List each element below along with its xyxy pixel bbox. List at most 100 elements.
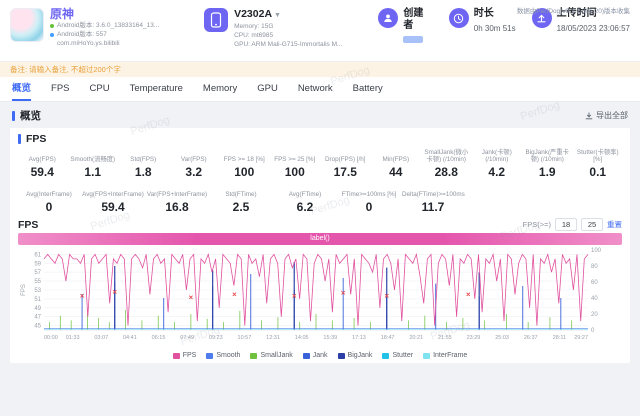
metric-cell: Std(FTime) 2.5 [210,183,272,214]
fps-chart[interactable]: 454749515355575961020406080100FPS00:0001… [18,246,612,346]
metric-cell: Var(FPS)3.2 [170,148,219,179]
metric-label: FTime>=100ms [%] [338,191,400,199]
metric-value: 2.5 [210,201,272,214]
section-accent-bar [12,111,15,121]
metric-label: Drop(FPS) [/h] [321,156,370,164]
duration-label: 时长 [474,8,516,20]
legend-item-smooth[interactable]: Smooth [206,352,240,359]
svg-text:80: 80 [591,264,598,270]
legend-item-fps[interactable]: FPS [173,352,197,359]
legend-label: Smooth [216,352,240,359]
metric-value: 17.5 [321,166,370,179]
svg-text:14:05: 14:05 [295,335,309,341]
legend-swatch [423,353,430,359]
svg-text:03:07: 03:07 [94,335,108,341]
legend-swatch [382,353,389,359]
legend-label: Jank [313,352,328,359]
tab-memory[interactable]: Memory [203,77,237,101]
section-title: 概览 [20,108,41,123]
tab-battery[interactable]: Battery [353,77,383,101]
svg-text:18:47: 18:47 [381,335,395,341]
duration-value: 0h 30m 51s [474,24,516,33]
legend-item-interframe[interactable]: InterFrame [423,352,467,359]
svg-text:61: 61 [34,252,41,258]
svg-text:20:21: 20:21 [409,335,423,341]
metric-value: 6.2 [274,201,336,214]
legend-label: SmallJank [260,352,292,359]
metric-label: Var(FPS) [170,156,219,164]
svg-text:✕: ✕ [188,295,193,302]
device-model[interactable]: V2302A▼ [234,8,342,22]
fps-metrics-row2: Avg(InterFrame)0Avg(FPS+InterFrame)59.4V… [18,183,622,214]
chart-legend: FPS Smooth SmallJank Jank BigJank Stutter Inte… [18,352,622,359]
legend-swatch [206,353,213,359]
metric-label: BigJank(严重卡顿) (/10min) [523,149,572,164]
metric-label: Std(FTime) [210,191,272,199]
metric-value: 59.4 [82,201,144,214]
fps-panel: FPS Avg(FPS)59.4Smooth(流畅度)1.1Std(FPS)1.… [10,128,630,363]
chart-label-band[interactable]: label() [18,233,622,245]
metric-label: Avg(FPS) [18,156,67,164]
metric-label: Stutter(卡顿率) [%] [574,149,623,164]
chart-header: FPS FPS(>=) 重置 [18,218,622,231]
creator-label: 创建者 [403,8,432,32]
app-package: com.miHoYo.ys.bilibili [57,39,159,48]
metric-value: 0 [338,201,400,214]
svg-text:✕: ✕ [466,291,471,298]
svg-text:26:37: 26:37 [524,335,538,341]
svg-text:✕: ✕ [80,293,85,300]
fps-metrics-row1: Avg(FPS)59.4Smooth(流畅度)1.1Std(FPS)1.8Var… [18,148,622,179]
svg-text:✕: ✕ [341,290,346,297]
legend-item-stutter[interactable]: Stutter [382,352,413,359]
reset-button[interactable]: 重置 [607,219,622,230]
tab-cpu[interactable]: CPU [90,77,110,101]
metric-cell: FPS >= 25 [%]100 [271,148,320,179]
svg-text:40: 40 [591,296,598,302]
legend-item-bigjank[interactable]: BigJank [338,352,373,359]
fps-panel-title: FPS [26,133,46,145]
metric-label: FPS >= 18 [%] [220,156,269,164]
metric-value: 44 [372,166,421,179]
svg-text:01:33: 01:33 [66,335,80,341]
legend-label: BigJank [348,352,373,359]
svg-text:FPS: FPS [21,284,27,296]
creator-badge [403,36,423,43]
tab-temperature[interactable]: Temperature [130,77,183,101]
status-dot-icon [50,24,54,28]
svg-text:57: 57 [34,270,41,276]
tab-overview[interactable]: 概览 [12,77,31,101]
app-version-line: Android版本: 557 [50,30,159,39]
clock-icon [449,8,469,28]
threshold-input-1[interactable] [555,218,577,231]
metric-label: SmallJank(微小卡顿) (/10min) [422,149,471,164]
metric-value: 59.4 [18,166,67,179]
app-title: 原神 [50,8,159,21]
metric-cell: Avg(FPS+InterFrame)59.4 [82,183,144,214]
status-dot-icon [50,33,54,37]
user-icon [378,8,398,28]
metric-value: 1.8 [119,166,168,179]
metric-cell: Stutter(卡顿率) [%]0.1 [574,148,623,179]
metric-cell: Avg(FTime)6.2 [274,183,336,214]
tab-fps[interactable]: FPS [51,77,69,101]
metric-label: FPS >= 25 [%] [271,156,320,164]
threshold-input-2[interactable] [581,218,603,231]
legend-item-smalljank[interactable]: SmallJank [250,352,292,359]
app-version-line: Android版本: 3.6.0_13833164_13... [50,21,159,30]
export-all-button[interactable]: 导出全部 [585,110,628,121]
metric-cell: FTime>=100ms [%] 0 [338,183,400,214]
tab-gpu[interactable]: GPU [257,77,278,101]
svg-text:25:03: 25:03 [495,335,509,341]
phone-icon [204,8,228,32]
download-icon [585,112,593,120]
svg-text:09:23: 09:23 [209,335,223,341]
svg-text:✕: ✕ [292,293,297,300]
legend-item-jank[interactable]: Jank [303,352,328,359]
tab-network[interactable]: Network [298,77,333,101]
legend-label: Stutter [392,352,413,359]
metric-cell: Delta(FTime)>=100ms11.7 [402,183,464,214]
threshold-label: FPS(>=) [523,220,551,229]
svg-text:47: 47 [34,315,41,321]
legend-swatch [303,353,310,359]
svg-text:21:55: 21:55 [438,335,452,341]
